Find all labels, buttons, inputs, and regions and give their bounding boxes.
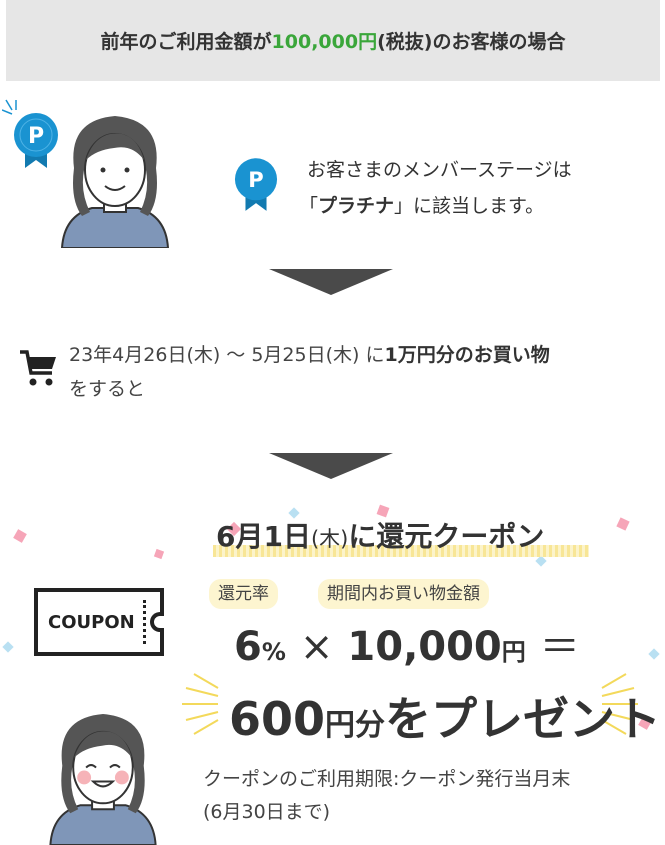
coupon-day: (木) xyxy=(310,527,349,551)
stage-line2: 「プラチナ」に該当します。 xyxy=(299,195,545,217)
coupon-formula: 6% × 10,000円 ＝ xyxy=(234,614,594,672)
cart-icon xyxy=(20,350,56,386)
rate-unit: % xyxy=(261,638,286,666)
coupon-title: 6月1日(木)に還元クーポン xyxy=(216,515,544,555)
period-dates: 23年4月26日(木) 〜 5月25日(木) に xyxy=(69,344,385,366)
expiry-line1: クーポンのご利用期限:クーポン発行当月末 xyxy=(203,768,571,790)
p-badge-icon: P xyxy=(234,158,278,211)
confetti-icon xyxy=(13,529,27,543)
svg-text:P: P xyxy=(248,167,263,192)
header-suffix: (税抜)のお客様の場合 xyxy=(377,31,566,53)
period-condition: 1万円分のお買い物 xyxy=(384,344,550,366)
present-rest: をプレゼント xyxy=(385,692,662,746)
header-amount: 100,000円 xyxy=(271,31,378,53)
amount-unit: 円 xyxy=(501,638,526,666)
confetti-icon xyxy=(2,641,14,653)
rate-pill: 還元率 xyxy=(209,579,278,609)
stage-line1: お客さまのメンバーステージは xyxy=(307,159,572,181)
sparkle-icon xyxy=(182,673,219,735)
purchase-period-text: 23年4月26日(木) 〜 5月25日(木) に1万円分のお買い物 をすると xyxy=(69,338,550,406)
person-icon xyxy=(49,713,157,845)
confetti-icon xyxy=(535,555,547,567)
header-prefix: 前年のご利用金額が xyxy=(100,31,272,53)
member-stage-text: お客さまのメンバーステージは 「プラチナ」に該当します。 xyxy=(299,152,572,224)
amount-value: 10,000 xyxy=(347,624,502,670)
person-icon xyxy=(60,116,170,248)
expiry-line2: (6月30日まで) xyxy=(203,801,331,823)
coupon-ticket-label: COUPON xyxy=(48,611,135,633)
down-arrow-icon xyxy=(269,453,393,479)
coupon-title-rest: に還元クーポン xyxy=(348,520,545,553)
times-sign: × xyxy=(299,624,334,670)
present-unit: 円分 xyxy=(325,708,386,743)
coupon-date: 6月1日 xyxy=(216,520,311,553)
confetti-icon xyxy=(616,517,630,531)
confetti-icon xyxy=(153,548,165,560)
period-line2: をすると xyxy=(69,378,146,400)
stage-name: プラチナ xyxy=(318,195,395,217)
confetti-icon xyxy=(648,648,660,660)
rate-value: 6 xyxy=(234,624,262,670)
coupon-expiry: クーポンのご利用期限:クーポン発行当月末 (6月30日まで) xyxy=(203,763,570,829)
coupon-ticket-icon: COUPON xyxy=(34,588,164,656)
condition-header: 前年のご利用金額が 100,000円 (税抜)のお客様の場合 xyxy=(6,0,660,81)
present-amount: 600円分をプレゼント xyxy=(229,683,661,749)
present-value: 600 xyxy=(229,692,326,746)
equals-sign: ＝ xyxy=(539,624,580,670)
down-arrow-icon xyxy=(269,269,393,295)
badge-letter: P xyxy=(28,124,44,149)
amount-pill: 期間内お買い物金額 xyxy=(318,579,489,609)
